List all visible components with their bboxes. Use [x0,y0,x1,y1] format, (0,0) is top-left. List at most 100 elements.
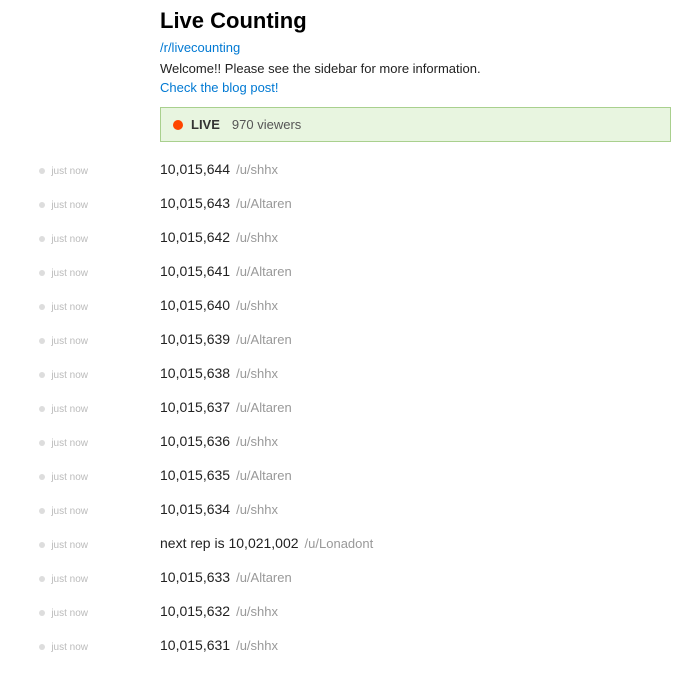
entry-text: next rep is 10,021,002 [160,535,299,551]
content-cell: 10,015,640/u/shhx [160,290,691,324]
entry-text: 10,015,644 [160,161,230,177]
entry-row: just now10,015,632/u/shhx [0,596,691,630]
timestamp-text: just now [51,540,88,551]
viewer-count: 970 viewers [232,117,301,132]
entry-row: just now 10,015,633/u/Altaren [0,562,691,596]
content-cell: 10,015,641/u/Altaren [160,256,691,290]
timestamp-text: just now [51,472,88,483]
timestamp-cell: just now [0,528,160,562]
user-link[interactable]: /u/shhx [236,162,278,177]
content-cell: 10,015,631/u/shhx [160,630,691,664]
content-cell: 10,015,636/u/shhx [160,426,691,460]
content-cell: 10,015,639/u/Altaren [160,324,691,358]
live-label: LIVE [191,117,220,132]
user-link[interactable]: /u/Altaren [236,264,292,279]
entries-list: just now10,015,644/u/shhxjust now10,015,… [0,154,691,664]
content-cell: next rep is 10,021,002/u/Lonadont [160,528,691,562]
bullet-icon [39,610,45,616]
content-cell: 10,015,638/u/shhx [160,358,691,392]
entry-text: 10,015,638 [160,365,230,381]
timestamp-text: just now [51,642,88,653]
bullet-icon [39,168,45,174]
bullet-icon [39,236,45,242]
content-cell: 10,015,634/u/shhx [160,494,691,528]
timestamp-text: just now [51,574,88,585]
timestamp-cell: just now [0,460,160,494]
entry-text: 10,015,637 [160,399,230,415]
entry-row: just now 10,015,638/u/shhx [0,358,691,392]
timestamp-cell: just now [0,256,160,290]
live-banner: LIVE 970 viewers [160,107,671,142]
bullet-icon [39,576,45,582]
user-link[interactable]: /u/shhx [236,434,278,449]
bullet-icon [39,508,45,514]
user-link[interactable]: /u/shhx [236,604,278,619]
user-link[interactable]: /u/Altaren [236,332,292,347]
content-cell: 10,015,642/u/shhx [160,222,691,256]
user-link[interactable]: /u/Altaren [236,400,292,415]
user-link[interactable]: /u/shhx [236,298,278,313]
timestamp-text: just now [51,234,88,245]
timestamp-text: just now [51,370,88,381]
subreddit-link[interactable]: /r/livecounting [160,40,240,55]
entry-row: just now10,015,641/u/Altaren [0,256,691,290]
entry-text: 10,015,640 [160,297,230,313]
entry-row: just now10,015,639/u/Altaren [0,324,691,358]
entry-text: 10,015,636 [160,433,230,449]
right-column: Live Counting /r/livecounting Welcome!! … [160,8,691,154]
entry-text: 10,015,641 [160,263,230,279]
timestamp-cell: just now [0,392,160,426]
content-cell: 10,015,637/u/Altaren [160,392,691,426]
content-cell: 10,015,633/u/Altaren [160,562,691,596]
timestamp-text: just now [51,302,88,313]
user-link[interactable]: /u/Lonadont [305,536,374,551]
left-column [0,8,160,154]
blog-link[interactable]: Check the blog post! [160,80,279,95]
user-link[interactable]: /u/Altaren [236,468,292,483]
timestamp-text: just now [51,506,88,517]
timestamp-text: just now [51,438,88,449]
content-cell: 10,015,632/u/shhx [160,596,691,630]
entry-row: just now10,015,637/u/Altaren [0,392,691,426]
timestamp-cell: just now [0,290,160,324]
timestamp-cell: just now [0,324,160,358]
entry-row: just now 10,015,644/u/shhx [0,154,691,188]
timestamp-cell: just now [0,630,160,664]
entry-text: 10,015,632 [160,603,230,619]
content-cell: 10,015,644/u/shhx [160,154,691,188]
timestamp-cell: just now [0,562,160,596]
entry-text: 10,015,639 [160,331,230,347]
bullet-icon [39,474,45,480]
entry-text: 10,015,642 [160,229,230,245]
welcome-text: Welcome!! Please see the sidebar for mor… [160,61,671,76]
user-link[interactable]: /u/shhx [236,230,278,245]
bullet-icon [39,372,45,378]
bullet-icon [39,338,45,344]
bullet-icon [39,440,45,446]
entry-row: just now 10,015,635/u/Altaren [0,460,691,494]
bullet-icon [39,644,45,650]
user-link[interactable]: /u/Altaren [236,196,292,211]
timestamp-cell: just now [0,596,160,630]
live-dot-icon [173,120,183,130]
timestamp-cell: just now [0,494,160,528]
content-cell: 10,015,635/u/Altaren [160,460,691,494]
user-link[interactable]: /u/shhx [236,638,278,653]
timestamp-text: just now [51,166,88,177]
entry-row: just now 10,015,631/u/shhx [0,630,691,664]
timestamp-cell: just now [0,222,160,256]
bullet-icon [39,542,45,548]
timestamp-cell: just now [0,358,160,392]
timestamp-text: just now [51,200,88,211]
entry-row: just now 10,015,640/u/shhx [0,290,691,324]
bullet-icon [39,406,45,412]
entry-text: 10,015,633 [160,569,230,585]
user-link[interactable]: /u/shhx [236,502,278,517]
bullet-icon [39,202,45,208]
entry-text: 10,015,634 [160,501,230,517]
content-cell: 10,015,643/u/Altaren [160,188,691,222]
user-link[interactable]: /u/Altaren [236,570,292,585]
entry-text: 10,015,635 [160,467,230,483]
bullet-icon [39,304,45,310]
user-link[interactable]: /u/shhx [236,366,278,381]
